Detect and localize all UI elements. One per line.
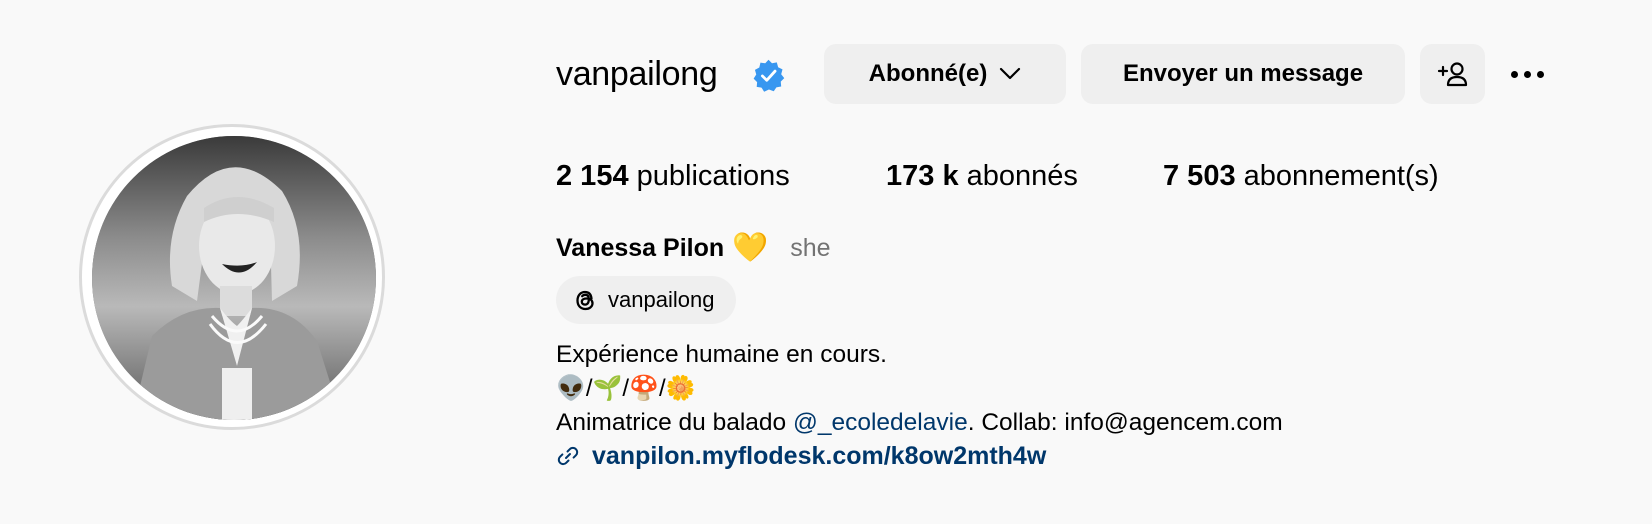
posts-stat: 2 154 publications (556, 156, 790, 196)
profile-full-name: Vanessa Pilon (556, 233, 725, 262)
following-dropdown-button[interactable]: Abonné(e) (824, 44, 1066, 104)
yellow-heart-emoji: 💛 (732, 231, 769, 264)
following-button-label: Abonné(e) (868, 60, 988, 87)
followers-stat[interactable]: 173 k abonnés (886, 156, 1078, 196)
send-message-label: Envoyer un message (1122, 60, 1364, 87)
link-icon (557, 446, 579, 466)
followers-count: 173 k (886, 160, 959, 192)
bio-emoji-line: 👽/🌱/🍄/🌼 (556, 375, 696, 402)
threads-handle: vanpailong (608, 287, 715, 312)
fullname-row: Vanessa Pilon 💛 she (556, 228, 831, 268)
suggested-users-button[interactable] (1420, 44, 1485, 104)
profile-pronouns: she (790, 233, 831, 262)
bio-text: . Collab: info@agencem.com (967, 409, 1283, 436)
bio-line: Animatrice du balado @_ecoledelavie. Col… (556, 406, 1283, 440)
following-stat[interactable]: 7 503 abonnement(s) (1163, 156, 1439, 196)
posts-label: publications (636, 160, 790, 192)
more-dot (1536, 70, 1544, 78)
bio-mention-link[interactable]: @_ecoledelavie (793, 409, 968, 436)
more-options-icon[interactable] (1505, 56, 1549, 92)
following-label: abonnement(s) (1243, 160, 1439, 192)
avatar-photo (92, 136, 376, 420)
followers-label: abonnés (966, 160, 1078, 192)
bio-line: Expérience humaine en cours. (556, 341, 887, 368)
threads-profile-chip[interactable]: vanpailong (556, 276, 736, 324)
bio-text: Animatrice du balado (556, 409, 793, 436)
posts-count: 2 154 (556, 160, 629, 192)
profile-link-text: vanpilon.myflodesk.com/k8ow2mth4w (592, 441, 1047, 470)
threads-icon (576, 290, 594, 311)
more-dot (1510, 70, 1518, 78)
add-person-icon (1437, 62, 1467, 87)
profile-bio: Expérience humaine en cours. 👽/🌱/🍄/🌼 Ani… (556, 338, 1283, 440)
avatar[interactable] (92, 136, 376, 420)
profile-username: vanpailong (556, 55, 718, 93)
profile-external-link[interactable]: vanpilon.myflodesk.com/k8ow2mth4w (556, 438, 1046, 474)
more-dot (1523, 70, 1531, 78)
verified-badge-icon (753, 59, 785, 92)
chevron-down-icon (1000, 67, 1021, 80)
following-count: 7 503 (1163, 160, 1236, 192)
send-message-button[interactable]: Envoyer un message (1081, 44, 1405, 104)
